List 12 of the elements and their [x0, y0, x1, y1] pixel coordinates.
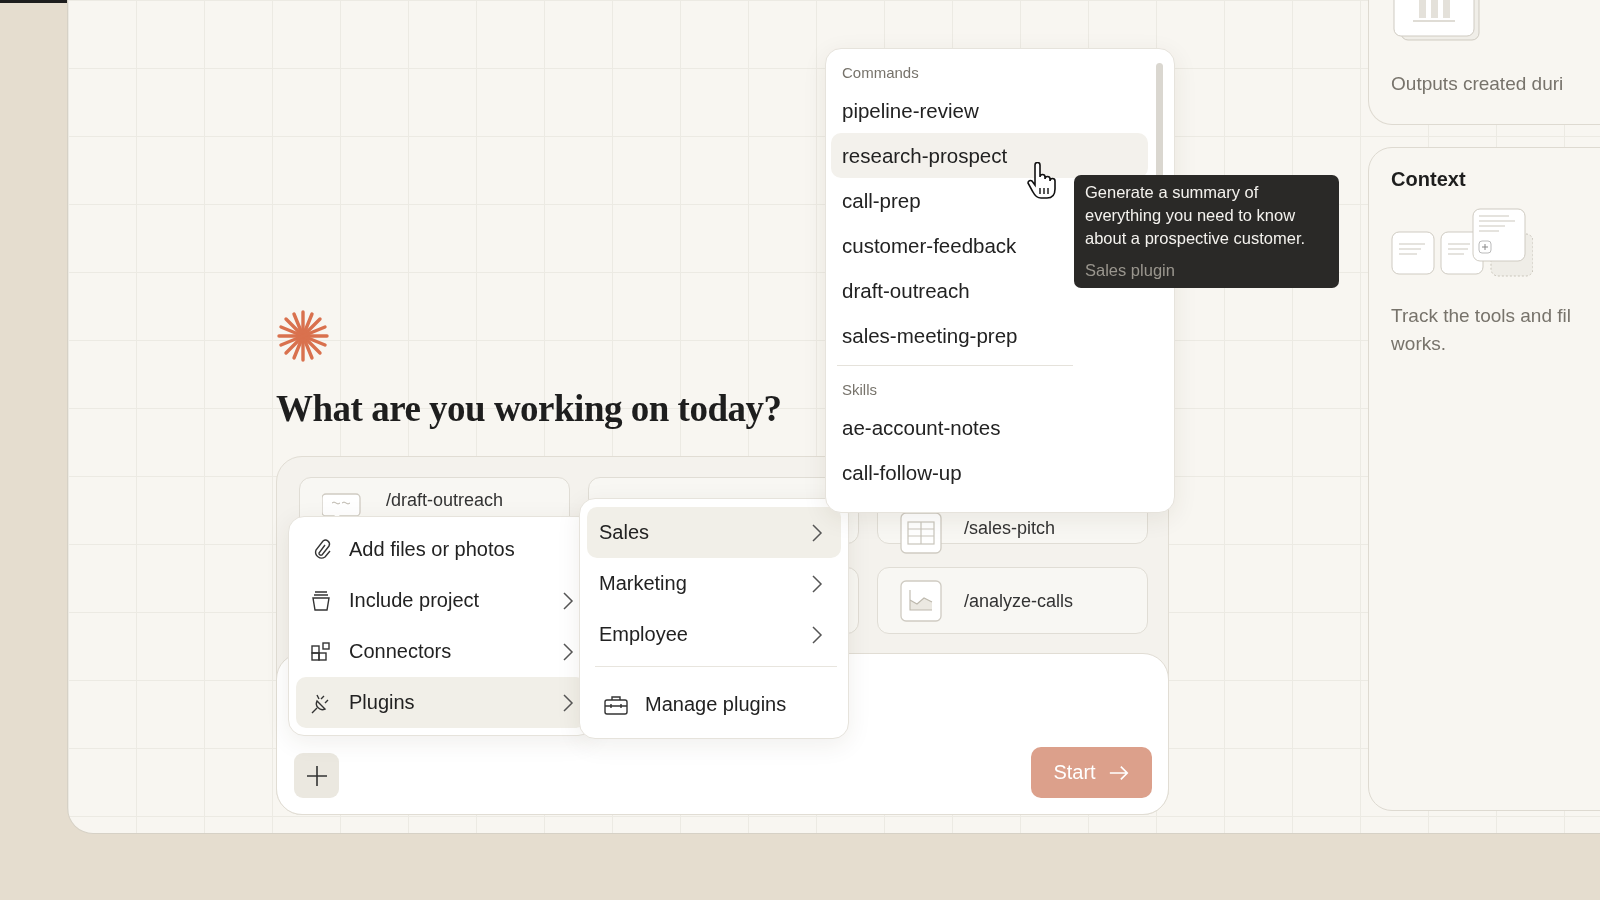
page-heading: What are you working on today? — [276, 387, 782, 431]
context-description: works. — [1391, 332, 1447, 356]
shortcut-label: /sales-pitch — [964, 517, 1056, 540]
section-heading: Commands — [841, 64, 920, 82]
context-title: Context — [1391, 167, 1467, 192]
shortcut-label: /draft-outreach — [386, 489, 504, 512]
shortcut-label: /analyze-calls — [964, 589, 1074, 613]
context-description: Track the tools and fil — [1391, 304, 1572, 328]
outputs-description: Outputs created duri — [1391, 72, 1565, 96]
tooltip-text: Generate a summary of everything you need to know about a prospective customer. — [1085, 182, 1307, 249]
section-heading: Skills — [841, 381, 878, 399]
tooltip-source: Sales plugin — [1085, 260, 1176, 280]
